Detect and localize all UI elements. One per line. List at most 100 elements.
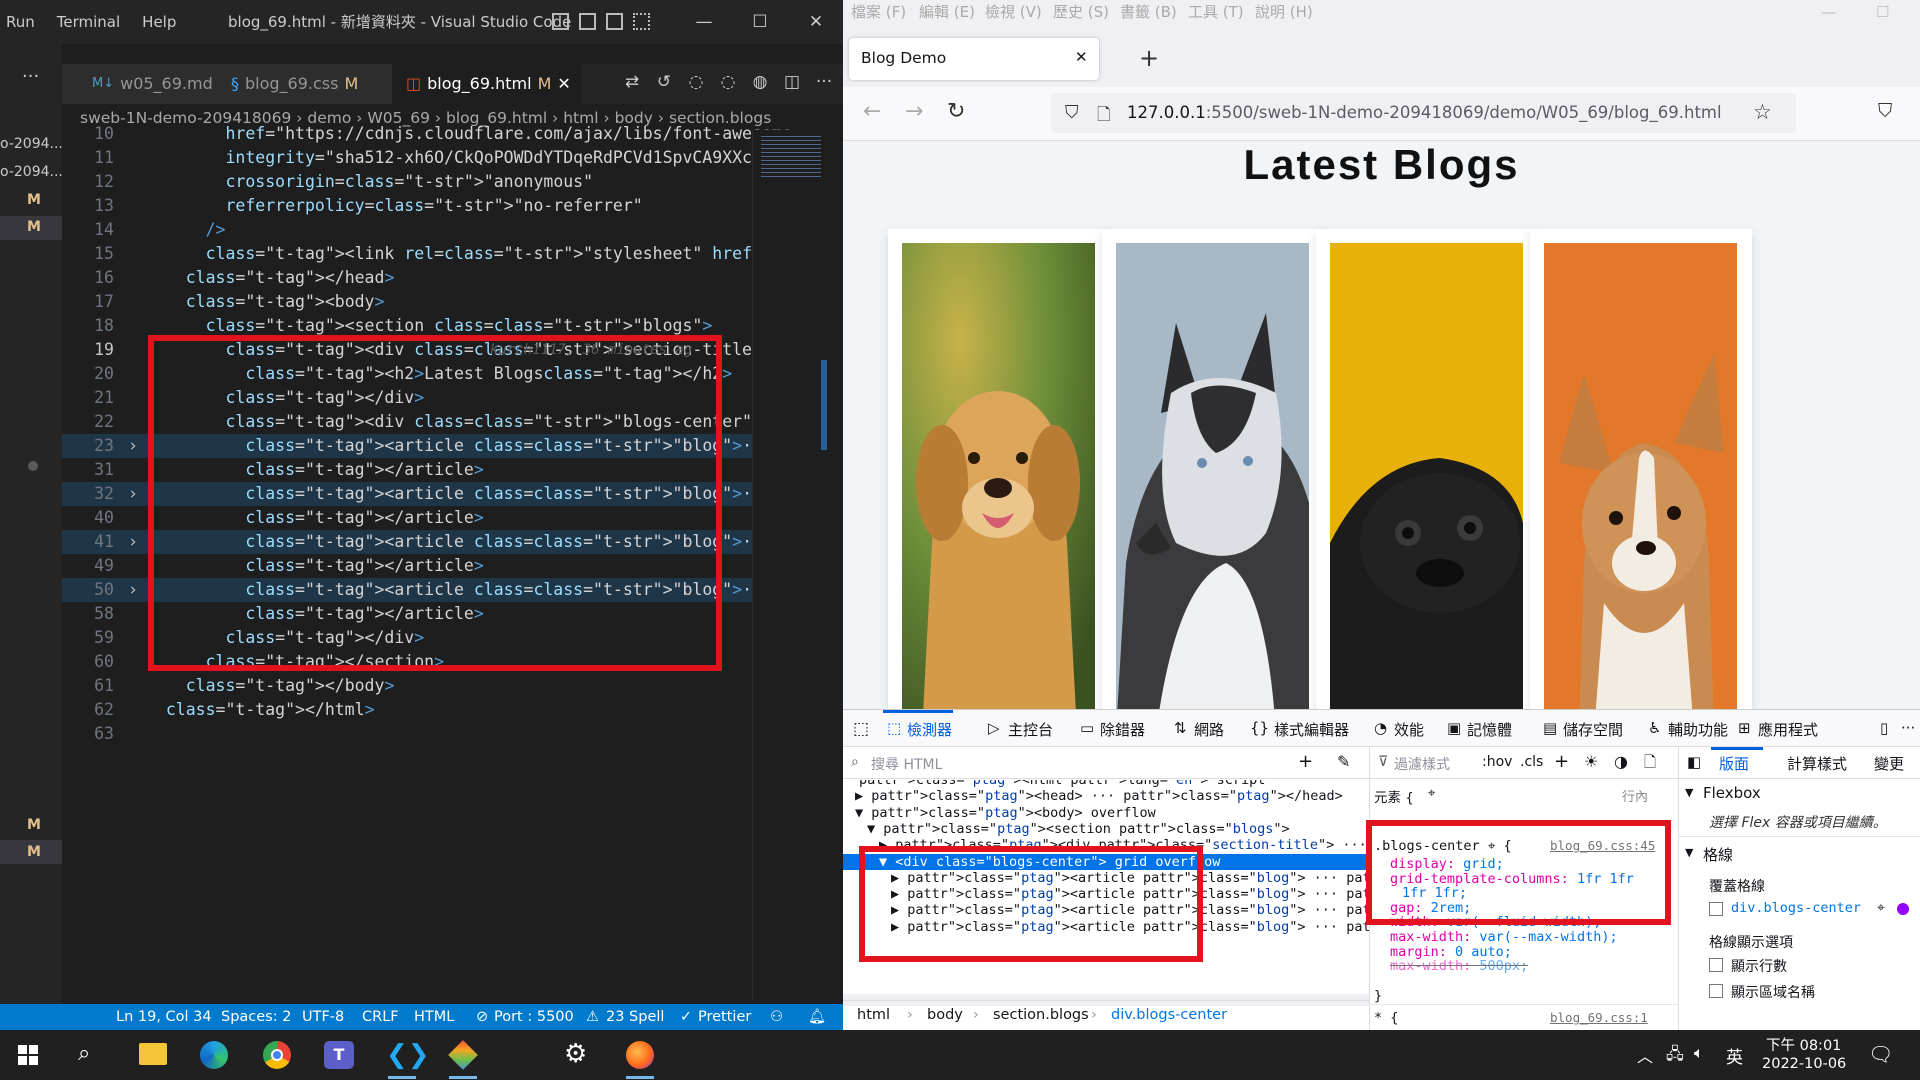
more-icon[interactable]: ··· — [813, 72, 835, 92]
teams-icon[interactable]: T — [324, 1041, 354, 1069]
code-line[interactable]: 10 href="https://cdnjs.cloudflare.com/aj… — [62, 122, 792, 146]
split-editor-icon[interactable]: ◫ — [781, 72, 803, 92]
code-line[interactable]: 11 integrity="sha512-xh6O/CkQoPOWDdYTDqe… — [62, 146, 792, 170]
file-explorer-icon[interactable] — [139, 1043, 167, 1065]
new-tab-button[interactable]: + — [1139, 44, 1159, 72]
menu-bookmarks[interactable]: 書籤 (B) — [1120, 0, 1177, 24]
maximize-button[interactable]: ☐ — [1876, 0, 1889, 24]
go-forward-icon[interactable]: ◌ — [717, 72, 739, 92]
search-icon[interactable]: ⌕ — [78, 1041, 90, 1066]
flexbox-header[interactable]: Flexbox — [1703, 784, 1761, 802]
area-names-checkbox[interactable] — [1709, 984, 1723, 998]
tab-computed[interactable]: 計算樣式 — [1787, 753, 1847, 774]
tab-blog-css[interactable]: § blog_69.css M — [217, 64, 392, 104]
menu-terminal[interactable]: Terminal — [57, 13, 120, 31]
volume-icon[interactable]: 🔈︎ — [1694, 1043, 1704, 1063]
html-tree-node[interactable]: ▶ pattr">class="ptag"><head> ··· pattr">… — [855, 788, 1343, 804]
tool-style-editor[interactable]: 樣式編輯器 — [1274, 719, 1349, 740]
menu-view[interactable]: 檢視 (V) — [985, 0, 1042, 24]
bookmark-star-icon[interactable]: ☆ — [1753, 100, 1772, 124]
back-button[interactable]: ← — [863, 99, 881, 124]
html-tree-node[interactable]: ▼ pattr">class="ptag"><section pattr">cl… — [867, 821, 1290, 837]
tool-performance[interactable]: 效能 — [1394, 719, 1424, 740]
code-line[interactable]: 14 /> — [62, 218, 752, 242]
status-port[interactable]: Port : 5500 — [494, 1004, 574, 1030]
menu-file[interactable]: 檔案 (F) — [851, 0, 906, 24]
more-actions-icon[interactable]: ··· — [22, 66, 39, 87]
status-language[interactable]: HTML — [414, 1004, 454, 1030]
clock-date[interactable]: 2022-10-06 — [1762, 1056, 1846, 1072]
go-back-icon[interactable]: ◌ — [685, 72, 707, 92]
fold-chevron-icon[interactable]: › — [128, 578, 138, 602]
reload-button[interactable]: ↻ — [947, 99, 965, 124]
feedback-icon[interactable]: ⚇ — [770, 1004, 783, 1030]
html-tree-node[interactable]: pattr">class="ptag"><html pattr">lang="e… — [859, 780, 1265, 788]
tab-blog-demo[interactable]: Blog Demo ✕ — [849, 38, 1099, 80]
menu-help[interactable]: Help — [142, 13, 176, 31]
status-eol[interactable]: CRLF — [362, 1004, 399, 1030]
toggle-secondary-sidebar-icon[interactable] — [606, 13, 623, 30]
minimap[interactable] — [752, 130, 842, 1000]
code-line[interactable]: 16 class="t-tag"></head> — [62, 266, 752, 290]
menu-help[interactable]: 說明 (H) — [1255, 0, 1313, 24]
add-rule-icon[interactable]: + — [1554, 751, 1569, 772]
blog-card[interactable] — [888, 229, 1110, 709]
filter-styles-input[interactable]: 過濾樣式 — [1394, 754, 1450, 774]
print-media-icon[interactable]: 🗋︎ — [1644, 752, 1656, 777]
eyedropper-icon[interactable]: ✎ — [1337, 752, 1350, 771]
close-window-button[interactable]: ✕ — [788, 0, 844, 44]
menu-tools[interactable]: 工具 (T) — [1188, 0, 1244, 24]
status-prettier[interactable]: Prettier — [698, 1004, 751, 1030]
ime-indicator[interactable]: 英 — [1726, 1043, 1743, 1068]
live-preview-icon[interactable]: ◍ — [749, 72, 771, 92]
tool-memory[interactable]: 記憶體 — [1467, 719, 1512, 740]
close-tab-icon[interactable]: ✕ — [1075, 48, 1088, 66]
hov-toggle[interactable]: :hov — [1482, 754, 1512, 770]
tool-console[interactable]: 主控台 — [1008, 719, 1053, 740]
maximize-button[interactable]: ☐ — [732, 0, 788, 44]
tool-inspector[interactable]: 檢測器 — [907, 719, 952, 740]
close-tab-icon[interactable]: ✕ — [557, 64, 570, 104]
fold-chevron-icon[interactable]: › — [128, 482, 138, 506]
dock-icon[interactable]: ▯ — [1880, 719, 1888, 737]
tool-application[interactable]: 應用程式 — [1758, 719, 1818, 740]
tool-network[interactable]: 網路 — [1194, 719, 1224, 740]
tab-layout[interactable]: 版面 — [1719, 753, 1749, 774]
tool-accessibility[interactable]: 輔助功能 — [1668, 719, 1728, 740]
chrome-icon[interactable] — [263, 1041, 291, 1069]
status-spell[interactable]: 23 Spell — [606, 1004, 664, 1030]
url-bar[interactable]: ⛉ 🗋︎ 127.0.0.1:5500/sweb-1N-demo-2094180… — [1051, 93, 1796, 133]
sidebar-toggle-icon[interactable]: ◧ — [1687, 753, 1701, 771]
customize-layout-icon[interactable] — [633, 13, 650, 30]
grid-color-swatch[interactable] — [1897, 903, 1909, 915]
status-position[interactable]: Ln 19, Col 34 — [116, 1004, 212, 1030]
tool-debugger[interactable]: 除錯器 — [1100, 719, 1145, 740]
minimize-button[interactable]: — — [676, 0, 732, 44]
overlay-grid-checkbox[interactable] — [1709, 902, 1723, 916]
code-line[interactable]: 17 class="t-tag"><body> — [62, 290, 752, 314]
tool-storage[interactable]: 儲存空間 — [1563, 719, 1623, 740]
line-numbers-checkbox[interactable] — [1709, 958, 1723, 972]
toggle-sidebar-icon[interactable] — [552, 13, 569, 30]
target-icon[interactable]: ⌖ — [1877, 900, 1885, 916]
pocket-icon[interactable]: ⛉ — [1878, 100, 1892, 122]
menu-run[interactable]: Run — [6, 13, 35, 31]
code-line[interactable]: 15 class="t-tag"><link rel=class="t-str"… — [62, 242, 1080, 266]
network-icon[interactable]: 🖧︎ — [1666, 1043, 1684, 1070]
clock-time[interactable]: 下午 08:01 — [1766, 1034, 1841, 1055]
timeline-icon[interactable]: ↺ — [653, 72, 675, 92]
dark-scheme-icon[interactable]: ◑ — [1614, 752, 1628, 771]
explorer-item[interactable]: o-2094... — [0, 136, 63, 152]
shield-icon[interactable]: ⛉ — [1065, 102, 1079, 123]
css-declaration[interactable]: max-width: var(--max-width); — [1390, 929, 1618, 945]
collapse-icon[interactable]: ▼ — [1685, 846, 1693, 859]
universal-rule-selector[interactable]: * { — [1374, 1010, 1398, 1026]
code-line[interactable]: 12 crossorigin=class="t-str">"anonymous" — [62, 170, 752, 194]
blog-card[interactable] — [1316, 229, 1538, 709]
explorer-item[interactable]: o-2094... — [0, 164, 63, 180]
element-picker-icon[interactable]: ⬚ — [853, 719, 869, 739]
css-declaration[interactable]: margin: 0 auto; — [1390, 944, 1512, 960]
status-encoding[interactable]: UTF-8 — [302, 1004, 344, 1030]
firefox-icon[interactable] — [626, 1041, 654, 1069]
git-gui-icon[interactable] — [448, 1040, 478, 1070]
